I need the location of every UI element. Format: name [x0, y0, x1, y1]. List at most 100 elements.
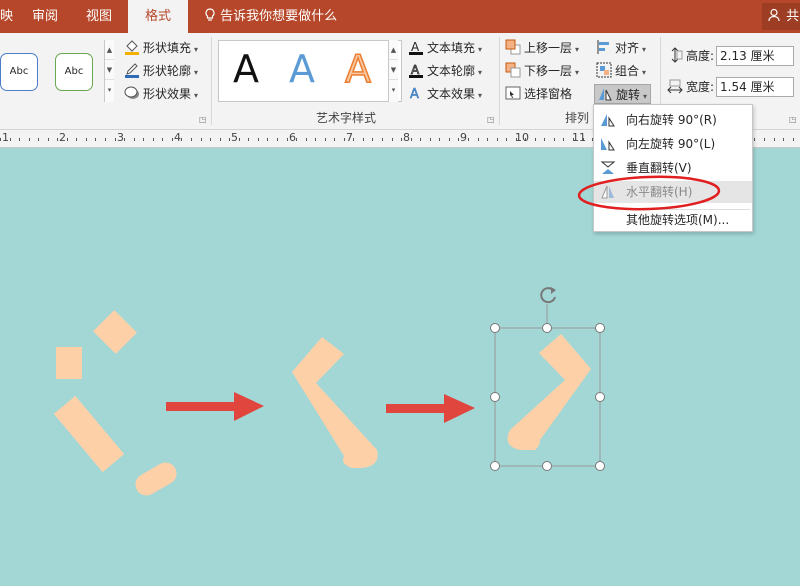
tab-view[interactable]: 视图 [86, 0, 112, 33]
ruler-tick [287, 138, 288, 141]
menu-item-rotate-left-90[interactable]: 向左旋转 90°(L) [594, 133, 752, 155]
chevron-down-icon: ▾ [575, 45, 580, 54]
ruler-tick [563, 138, 564, 141]
text-outline-label: 文本轮廓 [427, 64, 476, 78]
dialog-launcher-icon[interactable]: ◳ [199, 115, 207, 124]
text-fill-button[interactable]: A 文本填充 ▾ [408, 38, 482, 58]
wordart-sample-blue[interactable]: A [289, 47, 315, 91]
ruler-tick [372, 138, 373, 141]
ruler-tick [382, 138, 383, 141]
wordart-gallery-scroll[interactable]: ▲ ▼ ▾ [388, 40, 398, 102]
chevron-down-icon: ▾ [478, 45, 483, 54]
share-button[interactable]: 共 [762, 3, 800, 30]
tab-format[interactable]: 格式 [128, 0, 188, 33]
ruler-tick [201, 138, 202, 141]
chevron-down-icon: ▾ [643, 92, 648, 101]
selection-box[interactable] [490, 304, 605, 471]
group-button[interactable]: 组合 ▾ [596, 61, 646, 81]
ruler-tick [449, 138, 450, 141]
ruler-number: 3 [117, 131, 124, 144]
shape-outline-button[interactable]: 形状轮廓 ▾ [124, 61, 198, 81]
ruler-tick [239, 138, 240, 141]
ruler-number: 6 [289, 131, 296, 144]
person-plus-icon [768, 8, 786, 24]
gallery-more-icon[interactable]: ▾ [389, 80, 398, 100]
wordart-group-label: 艺术字样式 [316, 111, 377, 125]
ruler-tick [95, 138, 96, 141]
tell-me-search[interactable]: 告诉我你想要做什么 [204, 0, 337, 33]
rotation-handle-icon[interactable] [540, 287, 556, 304]
text-effects-button[interactable]: A 文本效果 ▾ [408, 84, 482, 104]
ruler-tick [38, 138, 39, 141]
arrange-group-label: 排列 [565, 111, 590, 125]
ruler-tick [764, 138, 765, 141]
dialog-launcher-icon[interactable]: ◳ [789, 115, 797, 124]
chevron-down-icon: ▾ [478, 68, 483, 77]
wordart-sample-black[interactable]: A [233, 47, 259, 91]
ruler-tick [229, 138, 230, 141]
ruler-number: 10 [515, 131, 529, 144]
ruler-tick [487, 138, 488, 141]
menu-item-rotate-right-90[interactable]: 向右旋转 90°(R) [594, 109, 752, 131]
rotate-button[interactable]: 旋转 ▾ [594, 84, 652, 104]
annotation-circle [577, 175, 721, 211]
shape-effects-button[interactable]: 形状效果 ▾ [124, 84, 198, 104]
rotate-left-icon [600, 136, 616, 152]
shape-piece-diamond[interactable] [93, 310, 137, 354]
height-input[interactable]: 2.13 厘米 [716, 46, 794, 66]
align-button[interactable]: 对齐 ▾ [596, 38, 646, 58]
selection-pane-button[interactable]: 选择窗格 [505, 84, 572, 104]
shape-style-gallery-scroll[interactable]: ▲ ▼ ▾ [104, 40, 114, 102]
shape-style-thumb-2[interactable]: Abc [55, 53, 93, 91]
combined-shape[interactable] [292, 337, 378, 468]
shape-piece-bar[interactable] [53, 395, 125, 473]
text-effects-icon: A [408, 85, 424, 103]
shape-piece-square[interactable] [56, 347, 82, 379]
wordart-sample-orange[interactable]: A [344, 46, 372, 92]
text-fill-label: 文本填充 [427, 41, 476, 55]
height-icon [667, 47, 683, 63]
bring-forward-button[interactable]: 上移一层 ▾ [505, 38, 579, 58]
text-effects-label: 文本效果 [427, 87, 476, 101]
width-input[interactable]: 1.54 厘米 [716, 77, 794, 97]
scroll-down-icon[interactable]: ▼ [105, 60, 114, 80]
send-backward-button[interactable]: 下移一层 ▾ [505, 61, 579, 81]
ruler-tick [535, 138, 536, 141]
ruler-tick [57, 138, 58, 141]
dialog-launcher-icon[interactable]: ◳ [487, 115, 495, 124]
tab-review[interactable]: 审阅 [32, 0, 58, 33]
shape-style-thumb-1[interactable]: Abc [0, 53, 38, 91]
ruler-tick [115, 138, 116, 141]
rotate-icon [597, 86, 613, 102]
scroll-down-icon[interactable]: ▼ [389, 60, 398, 80]
send-backward-icon [505, 62, 521, 78]
ruler-number: 5 [231, 131, 238, 144]
selection-pane-icon [505, 85, 521, 101]
flipped-shape[interactable] [507, 334, 591, 450]
scroll-up-icon[interactable]: ▲ [105, 40, 114, 60]
shape-fill-button[interactable]: 形状填充 ▾ [124, 38, 198, 58]
ruler-tick [10, 138, 11, 141]
shape-piece-capsule[interactable] [131, 458, 180, 499]
group-divider [499, 37, 500, 125]
ruler-tick [420, 138, 421, 141]
ruler-tick [134, 138, 135, 141]
paint-bucket-icon [124, 39, 140, 55]
text-outline-button[interactable]: A 文本轮廓 ▾ [408, 61, 482, 81]
right-arrow-2 [386, 394, 475, 423]
tab-partial[interactable]: 映 [0, 0, 14, 33]
scroll-up-icon[interactable]: ▲ [389, 40, 398, 60]
bring-forward-label: 上移一层 [524, 41, 573, 55]
ruler-tick [191, 138, 192, 141]
gallery-more-icon[interactable]: ▾ [105, 80, 114, 100]
ruler-tick [105, 138, 106, 141]
share-label: 共 [786, 9, 800, 24]
ruler-tick [468, 138, 469, 141]
ruler-tick [478, 138, 479, 141]
ruler-tick [143, 138, 144, 141]
chevron-down-icon: ▾ [642, 45, 647, 54]
svg-text:A: A [410, 87, 419, 101]
chevron-down-icon: ▾ [194, 68, 199, 77]
ruler-tick [458, 138, 459, 141]
ruler-tick [544, 138, 545, 141]
